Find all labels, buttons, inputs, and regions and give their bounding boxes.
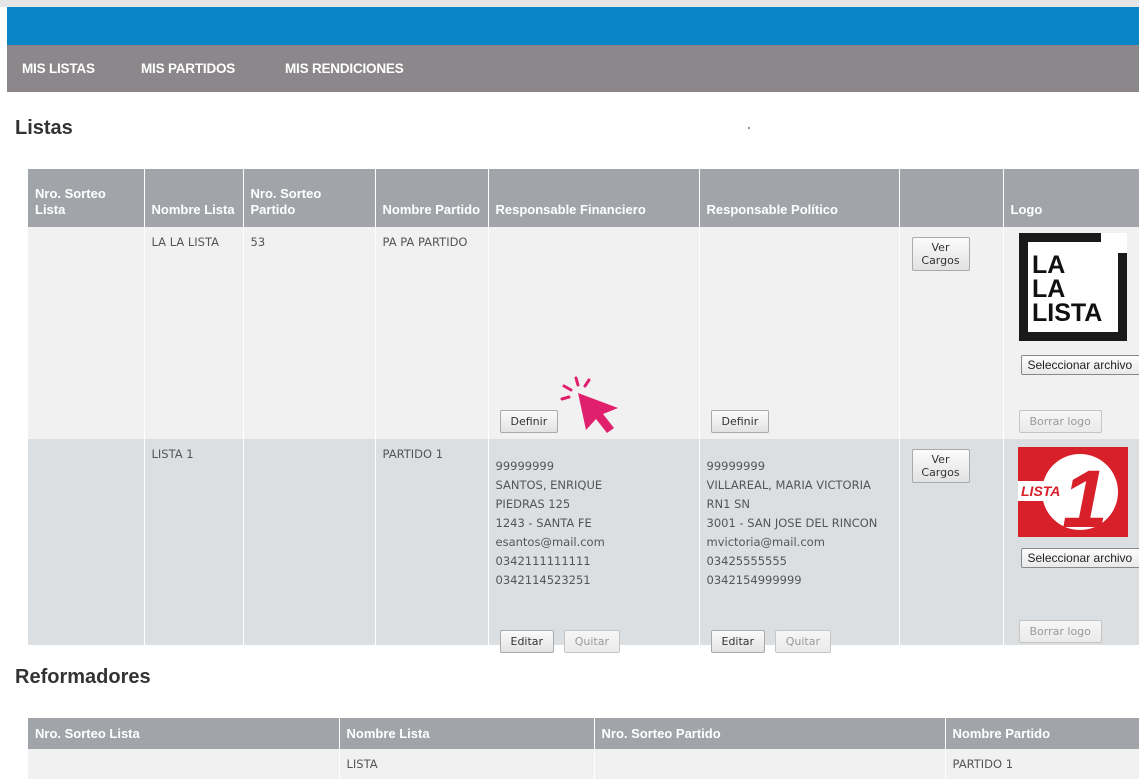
reformadores-table: Nro. Sorteo Lista Nombre Lista Nro. Sort… (28, 718, 1139, 779)
lista-logo: LISTA 1 (1018, 447, 1128, 537)
cell-nombre-lista: LISTA (339, 749, 594, 779)
cell-nombre-lista: LA LA LISTA (144, 227, 243, 439)
logo-text-lista: LISTA (1021, 483, 1060, 499)
politico-tel1: 03425555555 (707, 552, 892, 571)
nav-mis-partidos[interactable]: MIS PARTIDOS (141, 61, 235, 76)
politico-direccion: RN1 SN (707, 495, 892, 514)
cell-acciones: Ver Cargos (899, 439, 1003, 645)
logo-text-line3: LISTA (1032, 299, 1102, 327)
borrar-logo-button[interactable]: Borrar logo (1019, 620, 1102, 643)
cell-logo: LISTA 1 Seleccionar archivo Borrar logo (1003, 439, 1139, 645)
cell-responsable-politico: Definir (699, 227, 899, 439)
top-strip (0, 0, 1139, 7)
politico-dni: 99999999 (707, 457, 892, 476)
col-responsable-politico: Responsable Político (699, 169, 899, 227)
col-nombre-partido: Nombre Partido (375, 169, 488, 227)
politico-localidad: 3001 - SAN JOSE DEL RINCON (707, 514, 892, 533)
col-responsable-financiero: Responsable Financiero (488, 169, 699, 227)
col-nro-sorteo-lista: Nro. Sorteo Lista (28, 169, 144, 227)
col-nro-sorteo-partido: Nro. Sorteo Partido (594, 718, 945, 749)
quitar-politico-button[interactable]: Quitar (775, 630, 831, 653)
cell-nro-sorteo-partido (243, 439, 375, 645)
nav-mis-rendiciones[interactable]: MIS RENDICIONES (285, 61, 404, 76)
table-row: LA LA LISTA 53 PA PA PARTIDO Definir (28, 227, 1139, 439)
main-nav: MIS LISTAS MIS PARTIDOS MIS RENDICIONES (7, 45, 1139, 92)
col-nro-sorteo-lista: Nro. Sorteo Lista (28, 718, 339, 749)
financiero-localidad: 1243 - SANTA FE (496, 514, 692, 533)
listas-table: Nro. Sorteo Lista Nombre Lista Nro. Sort… (28, 169, 1139, 645)
ver-cargos-button[interactable]: Ver Cargos (912, 449, 970, 483)
stray-dot (748, 127, 750, 129)
politico-nombre: VILLAREAL, MARIA VICTORIA (707, 476, 892, 495)
cell-responsable-politico: 99999999 VILLAREAL, MARIA VICTORIA RN1 S… (699, 439, 899, 645)
col-logo: Logo (1003, 169, 1139, 227)
quitar-financiero-button[interactable]: Quitar (564, 630, 620, 653)
reformadores-title: Reformadores (15, 666, 151, 689)
cell-nro-sorteo-partido: 53 (243, 227, 375, 439)
editar-financiero-button[interactable]: Editar (500, 630, 555, 653)
financiero-direccion: PIEDRAS 125 (496, 495, 692, 514)
col-nombre-lista: Nombre Lista (144, 169, 243, 227)
logo-text-numero: 1 (1062, 454, 1108, 537)
listas-header-row: Nro. Sorteo Lista Nombre Lista Nro. Sort… (28, 169, 1139, 227)
definir-politico-button[interactable]: Definir (711, 410, 770, 433)
financiero-dni: 99999999 (496, 457, 692, 476)
col-nombre-partido: Nombre Partido (945, 718, 1139, 749)
cell-nro-sorteo-lista (28, 749, 339, 779)
nav-mis-listas[interactable]: MIS LISTAS (22, 61, 95, 76)
cell-nombre-partido: PARTIDO 1 (375, 439, 488, 645)
cell-acciones: Ver Cargos (899, 227, 1003, 439)
cell-nombre-lista: LISTA 1 (144, 439, 243, 645)
financiero-tel2: 0342114523251 (496, 571, 692, 590)
politico-email: mvictoria@mail.com (707, 533, 892, 552)
cell-nro-sorteo-lista (28, 227, 144, 439)
cell-responsable-financiero: Definir (488, 227, 699, 439)
cell-nombre-partido: PARTIDO 1 (945, 749, 1139, 779)
col-nombre-lista: Nombre Lista (339, 718, 594, 749)
financiero-nombre: SANTOS, ENRIQUE (496, 476, 692, 495)
definir-financiero-button[interactable]: Definir (500, 410, 559, 433)
seleccionar-archivo-button[interactable]: Seleccionar archivo (1021, 548, 1139, 568)
table-row: LISTA PARTIDO 1 (28, 749, 1139, 779)
financiero-email: esantos@mail.com (496, 533, 692, 552)
borrar-logo-button[interactable]: Borrar logo (1019, 410, 1102, 433)
cell-nombre-partido: PA PA PARTIDO (375, 227, 488, 439)
table-row: LISTA 1 PARTIDO 1 99999999 SANTOS, ENRIQ… (28, 439, 1139, 645)
politico-tel2: 0342154999999 (707, 571, 892, 590)
cell-logo: LA LA LISTA Seleccionar archivo Borrar l… (1003, 227, 1139, 439)
seleccionar-archivo-button[interactable]: Seleccionar archivo (1021, 355, 1139, 375)
editar-politico-button[interactable]: Editar (711, 630, 766, 653)
listas-title: Listas (15, 117, 73, 140)
financiero-tel1: 0342111111111 (496, 552, 692, 571)
cell-responsable-financiero: 99999999 SANTOS, ENRIQUE PIEDRAS 125 124… (488, 439, 699, 645)
col-nro-sorteo-partido: Nro. Sorteo Partido (243, 169, 375, 227)
click-pointer-icon (556, 375, 626, 435)
ver-cargos-button[interactable]: Ver Cargos (912, 237, 970, 271)
col-acciones (899, 169, 1003, 227)
reformadores-header-row: Nro. Sorteo Lista Nombre Lista Nro. Sort… (28, 718, 1139, 749)
financiero-info: 99999999 SANTOS, ENRIQUE PIEDRAS 125 124… (496, 457, 692, 590)
politico-info: 99999999 VILLAREAL, MARIA VICTORIA RN1 S… (707, 457, 892, 590)
lista-logo: LA LA LISTA (1019, 233, 1127, 341)
header-bar (7, 7, 1139, 45)
cell-nro-sorteo-lista (28, 439, 144, 645)
cell-nro-sorteo-partido (594, 749, 945, 779)
